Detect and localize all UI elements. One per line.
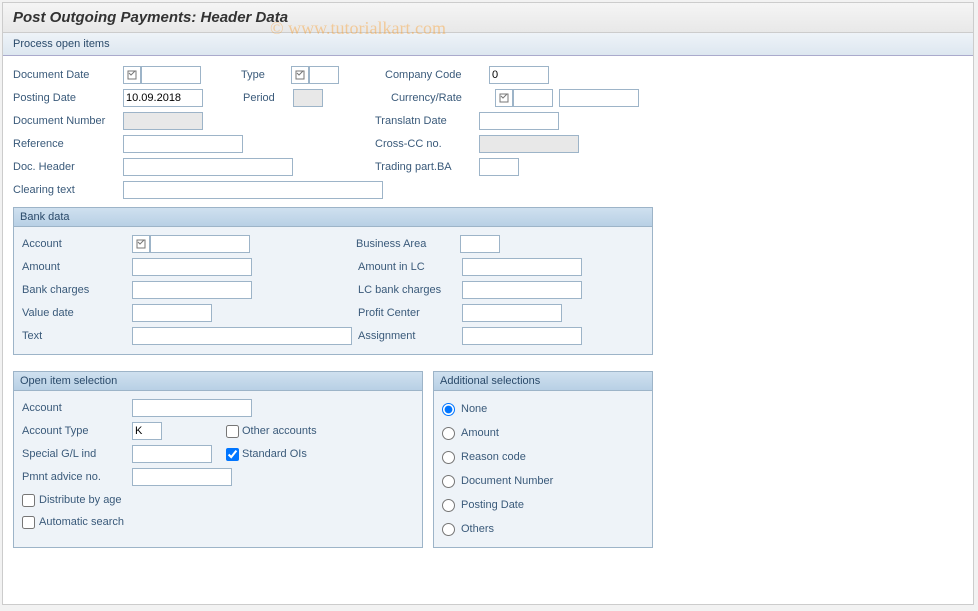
trading-part-ba-input[interactable] xyxy=(479,158,519,176)
posting-date-input[interactable] xyxy=(123,89,203,107)
amount-label: Amount xyxy=(22,261,132,273)
special-gl-input[interactable] xyxy=(132,445,212,463)
bank-account-input[interactable] xyxy=(150,235,250,253)
account-type-label: Account Type xyxy=(22,425,132,437)
lc-bank-charges-input[interactable] xyxy=(462,281,582,299)
text-input[interactable] xyxy=(132,327,352,345)
other-accounts-checkbox[interactable]: Other accounts xyxy=(226,425,317,438)
radio-label: Document Number xyxy=(461,475,553,487)
profit-center-label: Profit Center xyxy=(352,307,462,319)
document-number-label: Document Number xyxy=(13,115,123,127)
radio-label: Reason code xyxy=(461,451,526,463)
reference-label: Reference xyxy=(13,138,123,150)
type-input[interactable] xyxy=(309,66,339,84)
company-code-input[interactable] xyxy=(489,66,549,84)
currency-rate-label: Currency/Rate xyxy=(385,92,495,104)
radio-option-amount[interactable]: Amount xyxy=(442,421,644,445)
amount-lc-input[interactable] xyxy=(462,258,582,276)
document-number-input xyxy=(123,112,203,130)
additional-selections-header: Additional selections xyxy=(434,372,652,391)
currency-rate-f4-icon[interactable] xyxy=(495,89,513,107)
form-area: Document Date Type Company Code Posting … xyxy=(3,56,973,556)
radio-option-posting-date[interactable]: Posting Date xyxy=(442,493,644,517)
oi-account-input[interactable] xyxy=(132,399,252,417)
reference-input[interactable] xyxy=(123,135,243,153)
text-label: Text xyxy=(22,330,132,342)
standard-ois-label: Standard OIs xyxy=(242,448,307,460)
radio-label: Posting Date xyxy=(461,499,524,511)
amount-input[interactable] xyxy=(132,258,252,276)
document-date-label: Document Date xyxy=(13,69,123,81)
standard-ois-checkbox[interactable]: Standard OIs xyxy=(226,448,307,461)
period-label: Period xyxy=(243,92,293,104)
period-input xyxy=(293,89,323,107)
clearing-text-input[interactable] xyxy=(123,181,383,199)
automatic-search-label: Automatic search xyxy=(39,516,124,528)
trading-part-ba-label: Trading part.BA xyxy=(369,161,479,173)
assignment-input[interactable] xyxy=(462,327,582,345)
pmnt-advice-label: Pmnt advice no. xyxy=(22,471,132,483)
posting-date-label: Posting Date xyxy=(13,92,123,104)
type-label: Type xyxy=(241,69,291,81)
oi-account-label: Account xyxy=(22,402,132,414)
page-title: Post Outgoing Payments: Header Data xyxy=(3,3,973,33)
doc-header-label: Doc. Header xyxy=(13,161,123,173)
automatic-search-checkbox[interactable]: Automatic search xyxy=(22,511,414,533)
translatn-date-label: Translatn Date xyxy=(369,115,479,127)
bank-charges-input[interactable] xyxy=(132,281,252,299)
radio-option-document-number[interactable]: Document Number xyxy=(442,469,644,493)
assignment-label: Assignment xyxy=(352,330,462,342)
rate-input[interactable] xyxy=(559,89,639,107)
translatn-date-input[interactable] xyxy=(479,112,559,130)
bank-account-f4-icon[interactable] xyxy=(132,235,150,253)
cross-cc-label: Cross-CC no. xyxy=(369,138,479,150)
currency-input[interactable] xyxy=(513,89,553,107)
account-type-input[interactable] xyxy=(132,422,162,440)
process-open-items-button[interactable]: Process open items xyxy=(13,38,110,50)
radio-label: Others xyxy=(461,523,494,535)
type-f4-icon[interactable] xyxy=(291,66,309,84)
special-gl-label: Special G/L ind xyxy=(22,448,132,460)
bank-charges-label: Bank charges xyxy=(22,284,132,296)
clearing-text-label: Clearing text xyxy=(13,184,123,196)
radio-option-others[interactable]: Others xyxy=(442,517,644,541)
bank-data-group: Bank data Account Business Area Amount A… xyxy=(13,207,653,355)
lc-bank-charges-label: LC bank charges xyxy=(352,284,462,296)
toolbar: Process open items xyxy=(3,33,973,56)
business-area-input[interactable] xyxy=(460,235,500,253)
bank-account-label: Account xyxy=(22,238,132,250)
cross-cc-input xyxy=(479,135,579,153)
distribute-by-age-checkbox[interactable]: Distribute by age xyxy=(22,489,414,511)
profit-center-input[interactable] xyxy=(462,304,562,322)
radio-option-reason-code[interactable]: Reason code xyxy=(442,445,644,469)
doc-header-input[interactable] xyxy=(123,158,293,176)
document-date-input[interactable] xyxy=(141,66,201,84)
value-date-label: Value date xyxy=(22,307,132,319)
value-date-input[interactable] xyxy=(132,304,212,322)
additional-selections-group: Additional selections None Amount Reason c… xyxy=(433,371,653,548)
radio-label: None xyxy=(461,403,487,415)
document-date-f4-icon[interactable] xyxy=(123,66,141,84)
amount-lc-label: Amount in LC xyxy=(352,261,462,273)
other-accounts-label: Other accounts xyxy=(242,425,317,437)
business-area-label: Business Area xyxy=(350,238,460,250)
company-code-label: Company Code xyxy=(379,69,489,81)
open-item-selection-group: Open item selection Account Account Type… xyxy=(13,371,423,548)
pmnt-advice-input[interactable] xyxy=(132,468,232,486)
open-item-selection-header: Open item selection xyxy=(14,372,422,391)
distribute-by-age-label: Distribute by age xyxy=(39,494,122,506)
radio-option-none[interactable]: None xyxy=(442,397,644,421)
radio-label: Amount xyxy=(461,427,499,439)
bank-data-header: Bank data xyxy=(14,208,652,227)
